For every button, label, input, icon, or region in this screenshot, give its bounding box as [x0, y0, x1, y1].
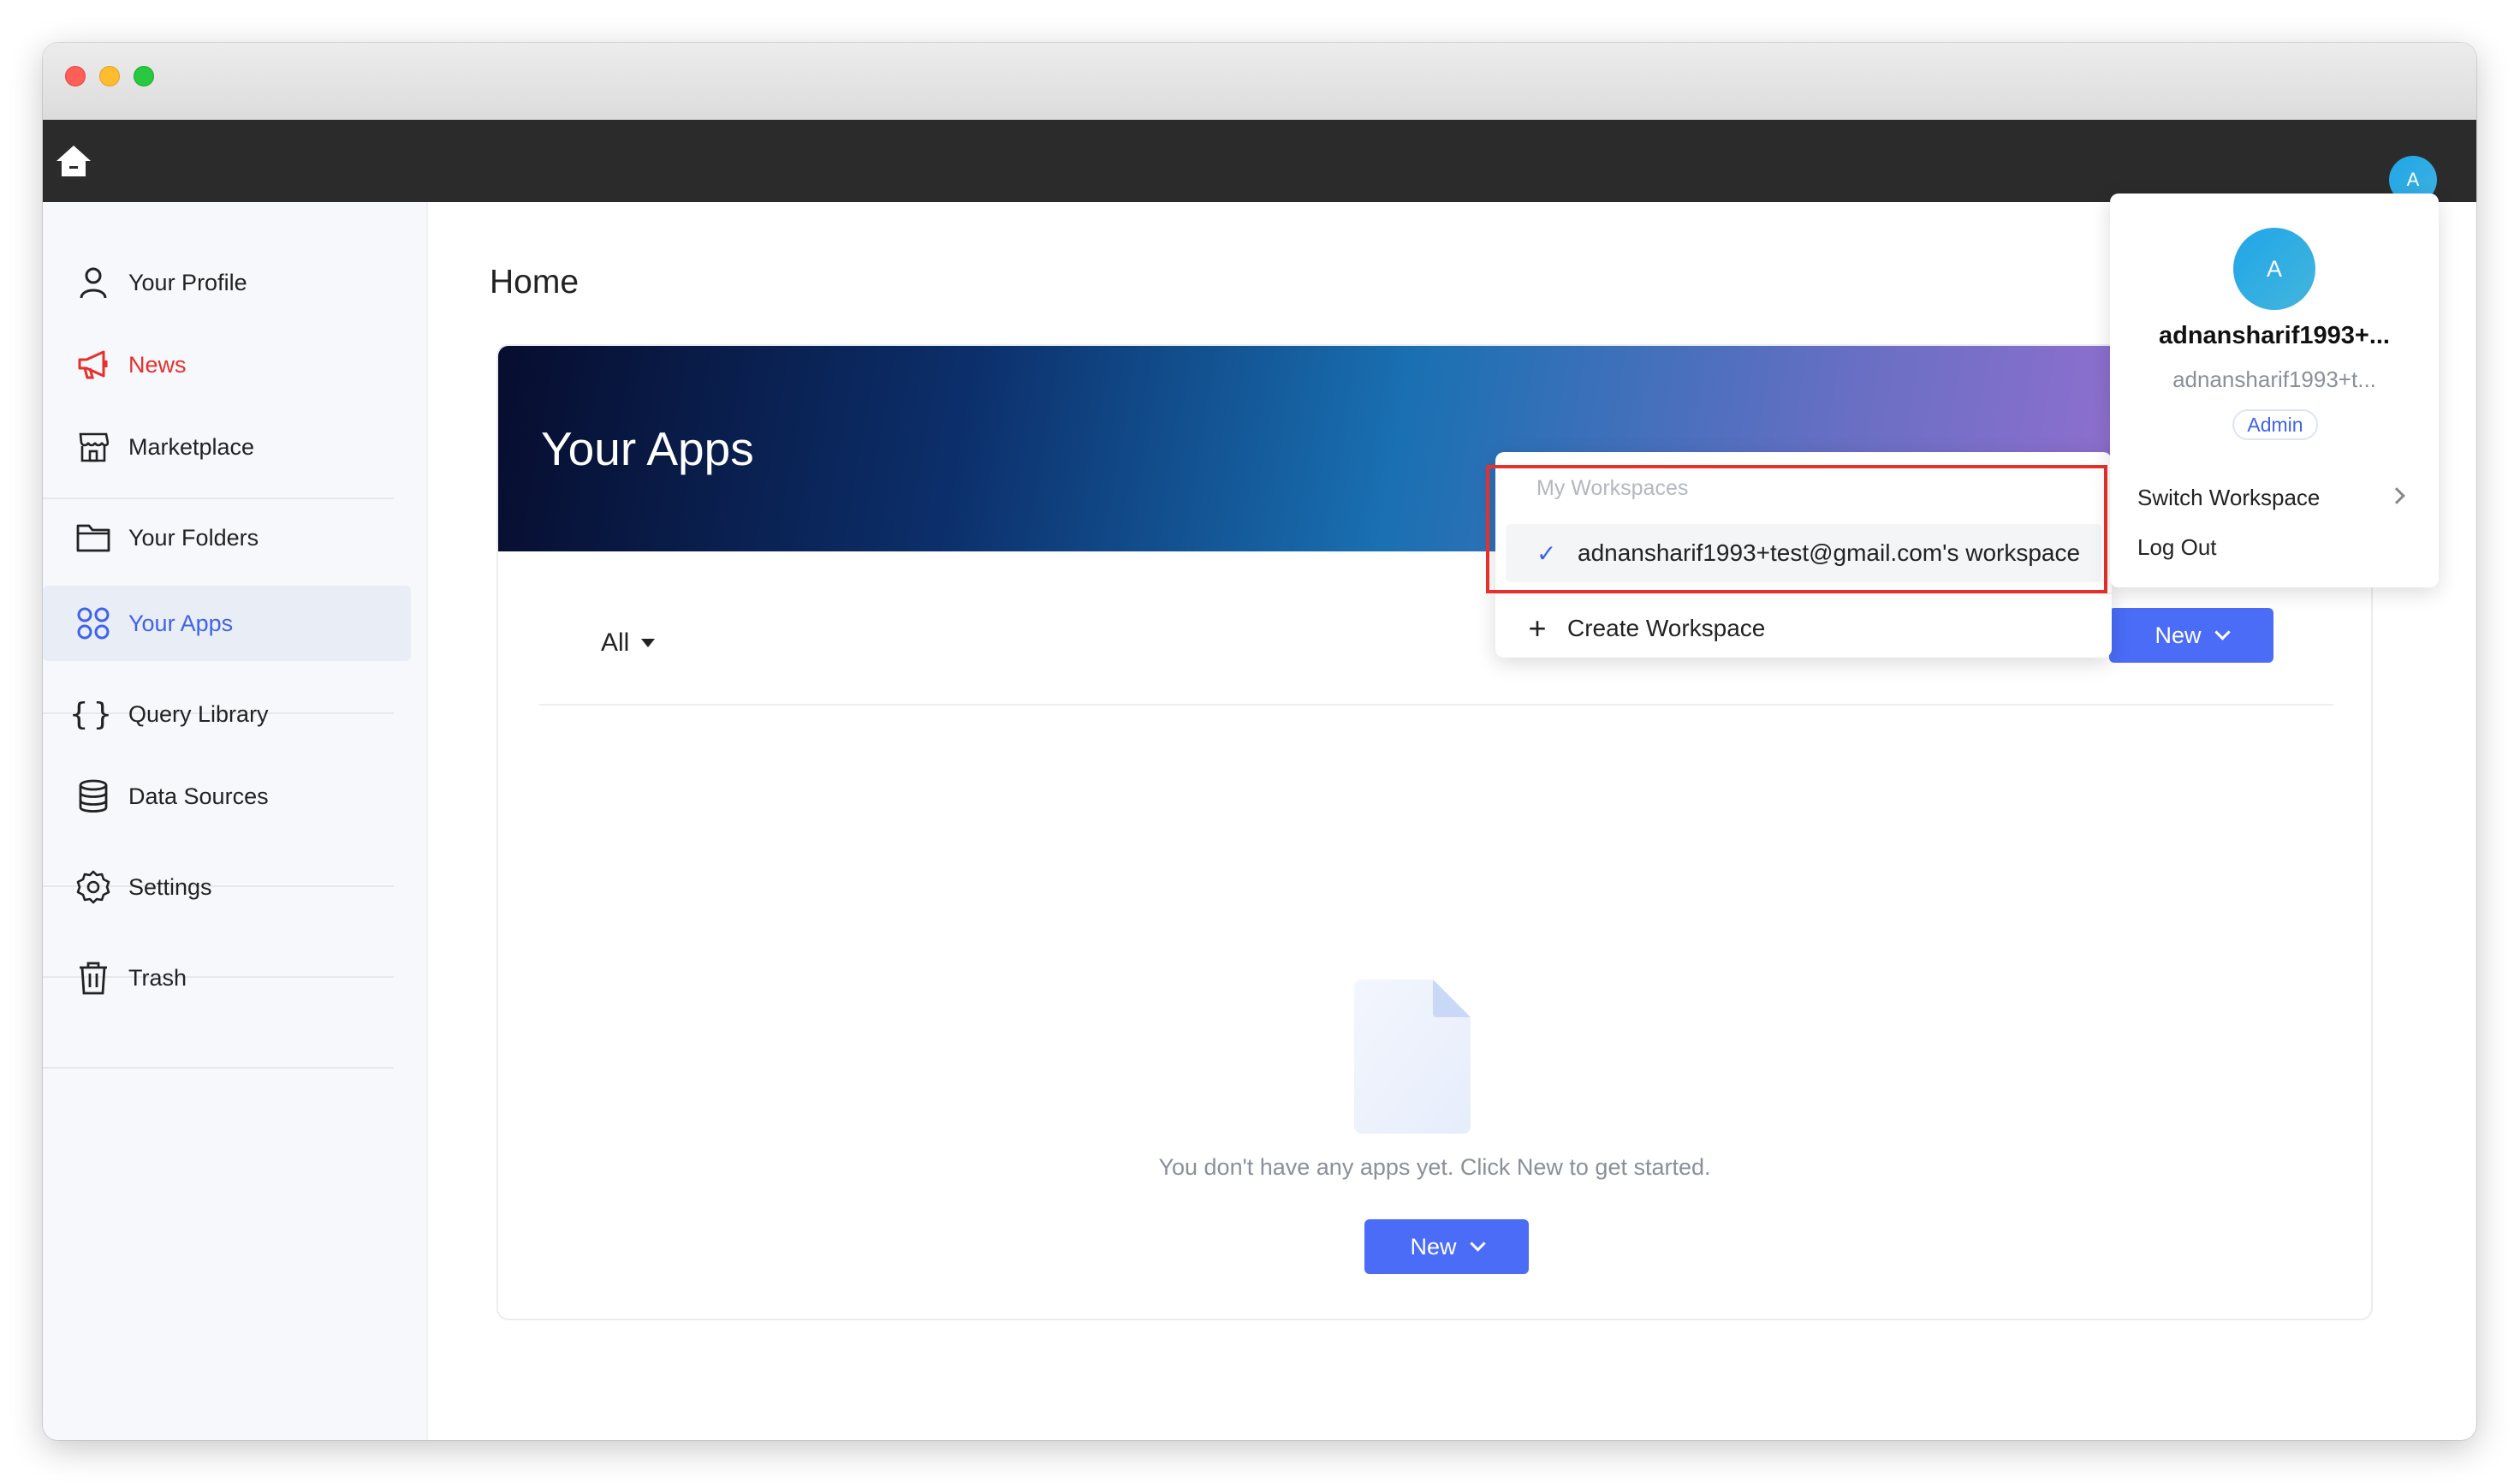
megaphone-icon	[75, 347, 111, 383]
chevron-right-icon	[2388, 487, 2405, 504]
sidebar-divider	[43, 1067, 394, 1069]
folder-icon	[75, 520, 111, 556]
zoom-window-button[interactable]	[134, 66, 154, 86]
profile-email: adnansharif1993+t...	[2172, 366, 2376, 392]
top-navbar: A	[43, 120, 2476, 204]
profile-menu: A adnansharif1993+... adnansharif1993+t.…	[2110, 194, 2439, 587]
sidebar-item-label: Data Sources	[128, 783, 269, 809]
sidebar: Your Profile News Marketplace Your Folde…	[43, 202, 428, 1440]
sidebar-item-your-folders[interactable]: Your Folders	[43, 500, 411, 575]
create-workspace-option[interactable]: + Create Workspace	[1523, 603, 1765, 654]
profile-avatar: A	[2233, 228, 2315, 310]
sidebar-item-label: Your Folders	[128, 524, 259, 551]
sidebar-item-data-sources[interactable]: Data Sources	[43, 759, 411, 834]
home-icon[interactable]	[53, 140, 94, 182]
card-divider	[539, 704, 2333, 706]
sidebar-item-label: Query Library	[128, 700, 269, 727]
filter-label: All	[601, 628, 630, 657]
sidebar-item-label: Your Profile	[128, 269, 247, 295]
caret-down-icon	[641, 639, 656, 647]
user-icon	[75, 265, 111, 301]
empty-state-new-button[interactable]: New	[1364, 1219, 1529, 1274]
new-button-label: New	[2154, 622, 2202, 648]
apps-grid-icon	[75, 605, 111, 641]
database-icon	[75, 778, 111, 814]
gear-icon	[75, 869, 111, 905]
profile-name: adnansharif1993+...	[2159, 322, 2390, 349]
new-app-button[interactable]: New	[2109, 608, 2273, 663]
filter-dropdown[interactable]: All	[601, 628, 656, 658]
sidebar-item-label: Settings	[128, 873, 212, 900]
empty-document-icon	[1354, 980, 1471, 1134]
chevron-down-icon	[1469, 1235, 1486, 1252]
app-window: A Your Profile News Marketplace Your Fol…	[43, 43, 2476, 1440]
store-icon	[75, 429, 111, 465]
curly-braces-icon: {}	[69, 696, 117, 732]
close-window-button[interactable]	[65, 66, 86, 86]
sidebar-divider	[43, 497, 394, 499]
sidebar-item-label: News	[128, 351, 187, 378]
window-titlebar	[43, 43, 2476, 120]
switch-workspace-item[interactable]: Switch Workspace	[2137, 485, 2320, 511]
chevron-down-icon	[2214, 623, 2231, 640]
sidebar-item-label: Trash	[128, 964, 187, 991]
sidebar-item-news[interactable]: News	[43, 327, 411, 402]
sidebar-item-query-library[interactable]: {} Query Library	[43, 676, 411, 752]
sidebar-item-label: Your Apps	[128, 610, 234, 636]
empty-state-message: You don't have any apps yet. Click New t…	[1158, 1154, 1711, 1180]
sidebar-item-label: Marketplace	[128, 433, 255, 460]
page-title: Home	[490, 264, 579, 301]
plus-icon: +	[1528, 610, 1547, 646]
banner-title: Your Apps	[541, 422, 754, 475]
sidebar-item-marketplace[interactable]: Marketplace	[43, 409, 411, 485]
sidebar-item-trash[interactable]: Trash	[43, 940, 411, 1015]
highlight-box	[1486, 465, 2107, 593]
sidebar-item-your-apps[interactable]: Your Apps	[43, 586, 411, 661]
new-button-label: New	[1410, 1233, 1457, 1260]
minimize-window-button[interactable]	[99, 66, 120, 86]
sidebar-item-your-profile[interactable]: Your Profile	[43, 245, 411, 320]
logout-item[interactable]: Log Out	[2137, 534, 2217, 561]
sidebar-item-settings[interactable]: Settings	[43, 849, 411, 925]
create-workspace-label: Create Workspace	[1567, 615, 1766, 641]
trash-icon	[75, 960, 111, 996]
role-badge: Admin	[2232, 409, 2318, 440]
